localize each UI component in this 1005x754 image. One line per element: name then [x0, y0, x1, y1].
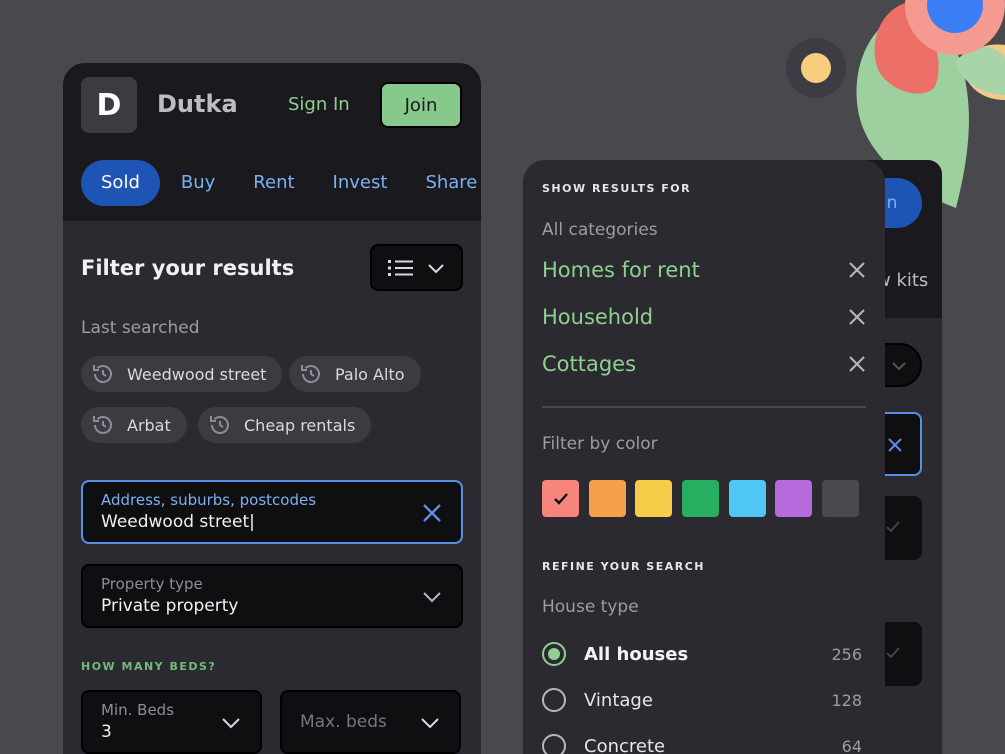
last-searched-label: Last searched [81, 318, 200, 338]
show-results-label: SHOW RESULTS FOR [542, 182, 692, 195]
close-icon [888, 438, 902, 452]
house-type-label: House type [542, 597, 639, 617]
app-logo[interactable]: D [81, 77, 137, 133]
color-swatch-orange[interactable] [588, 480, 626, 517]
check-icon [886, 521, 900, 533]
category-label: Cottages [542, 352, 637, 376]
check-icon [886, 647, 900, 659]
color-swatch-green[interactable] [682, 480, 720, 517]
tab-rent[interactable]: Rent [253, 160, 294, 206]
house-type-option[interactable]: Concrete 64 [542, 734, 862, 754]
color-swatches [542, 480, 869, 517]
partial-button-label: n [886, 193, 898, 213]
chevron-down-icon [892, 362, 906, 371]
history-icon [208, 413, 232, 437]
radio-button[interactable] [542, 734, 566, 754]
logo-letter: D [96, 87, 122, 123]
color-swatch-yellow[interactable] [635, 480, 673, 517]
chip-label: Palo Alto [335, 364, 405, 384]
app-name: Dutka [157, 90, 238, 118]
house-type-option-label: Concrete [584, 735, 666, 754]
tab-sold[interactable]: Sold [81, 160, 160, 206]
property-type-label: Property type [101, 575, 203, 593]
recent-search-chip[interactable]: Cheap rentals [198, 407, 372, 443]
category-filter-panel: SHOW RESULTS FOR All categories Homes fo… [523, 160, 885, 754]
category-item[interactable]: Household [542, 305, 866, 329]
beds-section-label: HOW MANY BEDS? [81, 660, 217, 673]
color-swatch-gray[interactable] [822, 480, 860, 517]
chip-label: Weedwood street [127, 364, 267, 384]
chevron-down-icon [220, 712, 242, 734]
radio-button[interactable] [542, 642, 566, 666]
chip-label: Arbat [127, 415, 171, 435]
refine-search-label: REFINE YOUR SEARCH [542, 560, 705, 573]
category-label: Homes for rent [542, 258, 700, 282]
join-button[interactable]: Join [380, 82, 462, 128]
list-icon [388, 259, 414, 276]
view-mode-dropdown[interactable] [370, 244, 463, 291]
clear-icon[interactable] [421, 502, 443, 524]
color-swatch-purple[interactable] [775, 480, 813, 517]
tab-share[interactable]: Share [425, 160, 477, 206]
chevron-down-icon [419, 712, 441, 734]
house-type-option-label: Vintage [584, 689, 653, 711]
recent-search-chip[interactable]: Arbat [81, 407, 187, 443]
tab-invest[interactable]: Invest [333, 160, 388, 206]
address-input[interactable]: Address, suburbs, postcodes Weedwood str… [81, 480, 463, 544]
close-icon[interactable] [848, 261, 866, 279]
all-categories-label[interactable]: All categories [542, 220, 658, 240]
radio-button[interactable] [542, 688, 566, 712]
category-item[interactable]: Homes for rent [542, 258, 866, 282]
house-type-count: 64 [841, 736, 862, 754]
filter-title: Filter your results [81, 256, 295, 280]
color-swatch-light-blue[interactable] [728, 480, 766, 517]
filter-by-color-label: Filter by color [542, 434, 658, 454]
sign-in-link[interactable]: Sign In [288, 94, 350, 115]
check-icon [553, 492, 568, 505]
color-swatch-red[interactable] [542, 480, 579, 517]
address-input-label: Address, suburbs, postcodes [101, 491, 317, 509]
close-icon[interactable] [848, 308, 866, 326]
max-beds-select[interactable]: Max. beds [280, 690, 461, 754]
recent-search-chip[interactable]: Palo Alto [289, 356, 421, 392]
category-label: Household [542, 305, 654, 329]
property-type-value: Private property [101, 596, 239, 616]
house-type-option[interactable]: Vintage 128 [542, 688, 862, 712]
house-type-count: 128 [831, 690, 862, 710]
history-icon [299, 362, 323, 386]
chevron-down-icon [421, 586, 443, 608]
category-item[interactable]: Cottages [542, 352, 866, 376]
tab-buy[interactable]: Buy [181, 160, 215, 206]
chip-label: Cheap rentals [244, 415, 356, 435]
house-type-count: 256 [831, 644, 862, 664]
recent-search-chip[interactable]: Weedwood street [81, 356, 283, 392]
property-type-select[interactable]: Property type Private property [81, 564, 463, 628]
history-icon [91, 413, 115, 437]
min-beds-select[interactable]: Min. Beds 3 [81, 690, 262, 754]
search-filter-screen: D Dutka Sign In Join Sold Buy Rent Inves… [63, 63, 481, 754]
history-icon [91, 362, 115, 386]
address-input-value: Weedwood street| [101, 512, 255, 532]
divider [542, 406, 866, 408]
nav-tabs: Sold Buy Rent Invest Share [81, 160, 481, 206]
close-icon[interactable] [848, 355, 866, 373]
chevron-down-icon [428, 263, 444, 273]
house-type-option-label: All houses [584, 643, 689, 665]
house-type-option[interactable]: All houses 256 [542, 642, 862, 666]
app-header: D Dutka Sign In Join Sold Buy Rent Inves… [63, 63, 481, 221]
